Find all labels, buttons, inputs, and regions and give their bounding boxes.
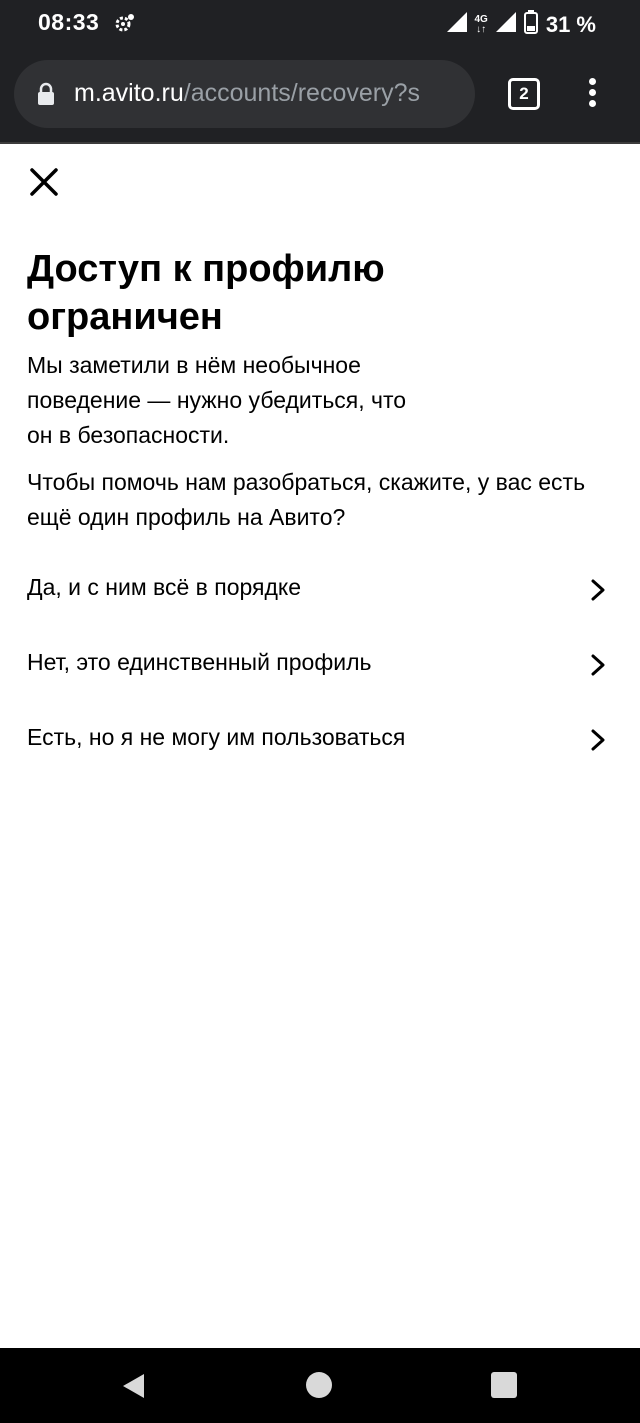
menu-dot-icon (588, 78, 596, 85)
page-question: Чтобы помочь нам разобраться, скажите, у… (27, 469, 586, 530)
close-icon (30, 168, 58, 196)
options-list: Да, и с ним всё в порядке Нет, это единс… (0, 552, 640, 777)
status-bar: 08:33 4G ↓↑ 31 % (0, 0, 640, 52)
signal-icon (445, 10, 469, 39)
page-title: Доступ к профилю ограничен (27, 248, 385, 338)
battery-icon (523, 10, 538, 39)
address-bar[interactable]: m.avito.ru/accounts/recovery?s (14, 60, 475, 128)
signal-icon-2 (494, 10, 518, 39)
option-label: Есть, но я не могу им пользоваться (27, 724, 406, 750)
back-nav-icon[interactable] (120, 1372, 148, 1400)
status-time: 08:33 (38, 9, 100, 35)
option-label: Нет, это единственный профиль (27, 649, 372, 675)
browser-toolbar: m.avito.ru/accounts/recovery?s 2 (0, 52, 640, 144)
url-text[interactable]: m.avito.ru/accounts/recovery?s (74, 79, 420, 108)
recent-apps-nav-icon[interactable] (491, 1372, 517, 1398)
home-nav-icon[interactable] (306, 1372, 332, 1398)
chevron-right-icon (591, 729, 605, 751)
battery-level: 31 % (545, 11, 596, 37)
option-yes-fine[interactable]: Да, и с ним всё в порядке (0, 552, 640, 627)
settings-notification-icon (114, 12, 136, 39)
option-label: Да, и с ним всё в порядке (27, 574, 302, 600)
system-navigation-bar (0, 1348, 640, 1423)
tab-switcher-button[interactable]: 2 (508, 78, 540, 110)
url-path: /accounts/recovery?s (183, 79, 420, 107)
url-host: m.avito.ru (74, 79, 184, 107)
menu-dot-icon (588, 100, 596, 107)
menu-dot-icon (588, 89, 596, 96)
chevron-right-icon (591, 579, 605, 601)
option-only-profile[interactable]: Нет, это единственный профиль (0, 627, 640, 702)
lock-icon[interactable] (36, 82, 56, 111)
network-type-label: 4G (474, 13, 488, 25)
network-type: 4G ↓↑ (474, 13, 488, 35)
close-button[interactable] (26, 164, 62, 200)
option-cannot-use[interactable]: Есть, но я не могу им пользоваться (0, 702, 640, 777)
chevron-right-icon (591, 654, 605, 676)
page-description: Мы заметили в нём необычное поведение — … (27, 352, 407, 448)
browser-menu-button[interactable] (580, 78, 604, 114)
